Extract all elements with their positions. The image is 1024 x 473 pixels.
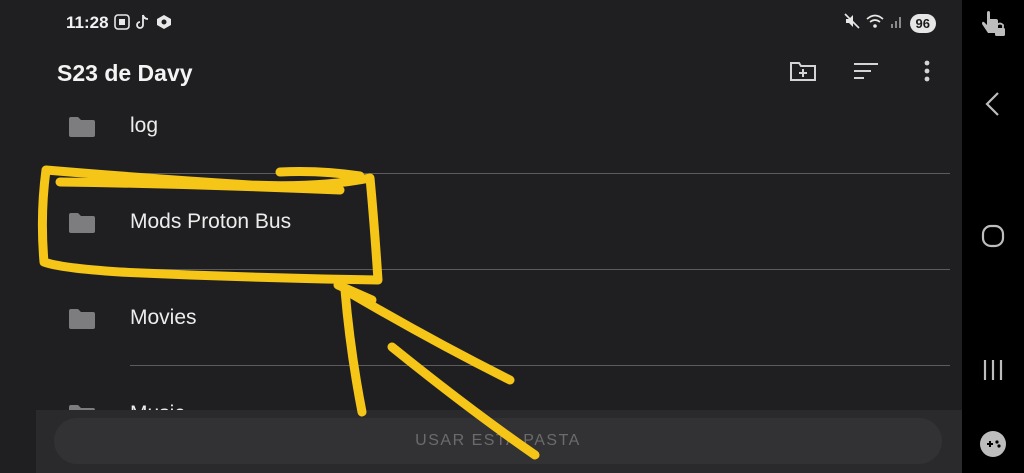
home-icon bbox=[981, 224, 1005, 253]
mute-icon bbox=[843, 13, 860, 34]
bottom-action-bar: USAR ESTA PASTA bbox=[36, 410, 962, 473]
recents-icon bbox=[981, 358, 1005, 387]
status-icons-left bbox=[114, 14, 172, 35]
folder-icon bbox=[68, 308, 96, 330]
list-item-mods-proton-bus[interactable]: Mods Proton Bus bbox=[0, 168, 962, 270]
folder-name: Movies bbox=[130, 306, 197, 329]
screen: 11:28 96 S23 de Davy log Mods Proton Bus… bbox=[0, 0, 1024, 473]
screenshot-icon bbox=[114, 14, 130, 35]
touch-lock-button[interactable] bbox=[962, 8, 1024, 44]
tiktok-icon bbox=[136, 14, 150, 35]
folder-name: log bbox=[130, 114, 159, 137]
status-bar: 11:28 96 bbox=[0, 0, 962, 46]
list-item-log[interactable]: log bbox=[0, 72, 962, 174]
status-time: 11:28 bbox=[66, 13, 109, 32]
shield-app-icon bbox=[156, 14, 172, 35]
status-icons-right: 96 bbox=[843, 13, 936, 34]
folder-icon bbox=[68, 116, 96, 138]
home-button[interactable] bbox=[962, 218, 1024, 258]
folder-name: Mods Proton Bus bbox=[130, 210, 292, 233]
wifi-icon bbox=[866, 13, 884, 34]
folder-icon bbox=[68, 212, 96, 234]
game-tools-button[interactable] bbox=[962, 428, 1024, 464]
use-this-folder-button[interactable]: USAR ESTA PASTA bbox=[54, 418, 942, 464]
touch-lock-icon bbox=[978, 9, 1008, 44]
game-controller-icon bbox=[979, 430, 1007, 463]
battery-level: 96 bbox=[909, 14, 936, 33]
recents-button[interactable] bbox=[962, 352, 1024, 392]
signal-icon bbox=[890, 13, 904, 34]
back-icon bbox=[983, 91, 1003, 122]
system-navigation-bar bbox=[962, 0, 1024, 473]
list-item-movies[interactable]: Movies bbox=[0, 264, 962, 366]
back-button[interactable] bbox=[962, 86, 1024, 126]
